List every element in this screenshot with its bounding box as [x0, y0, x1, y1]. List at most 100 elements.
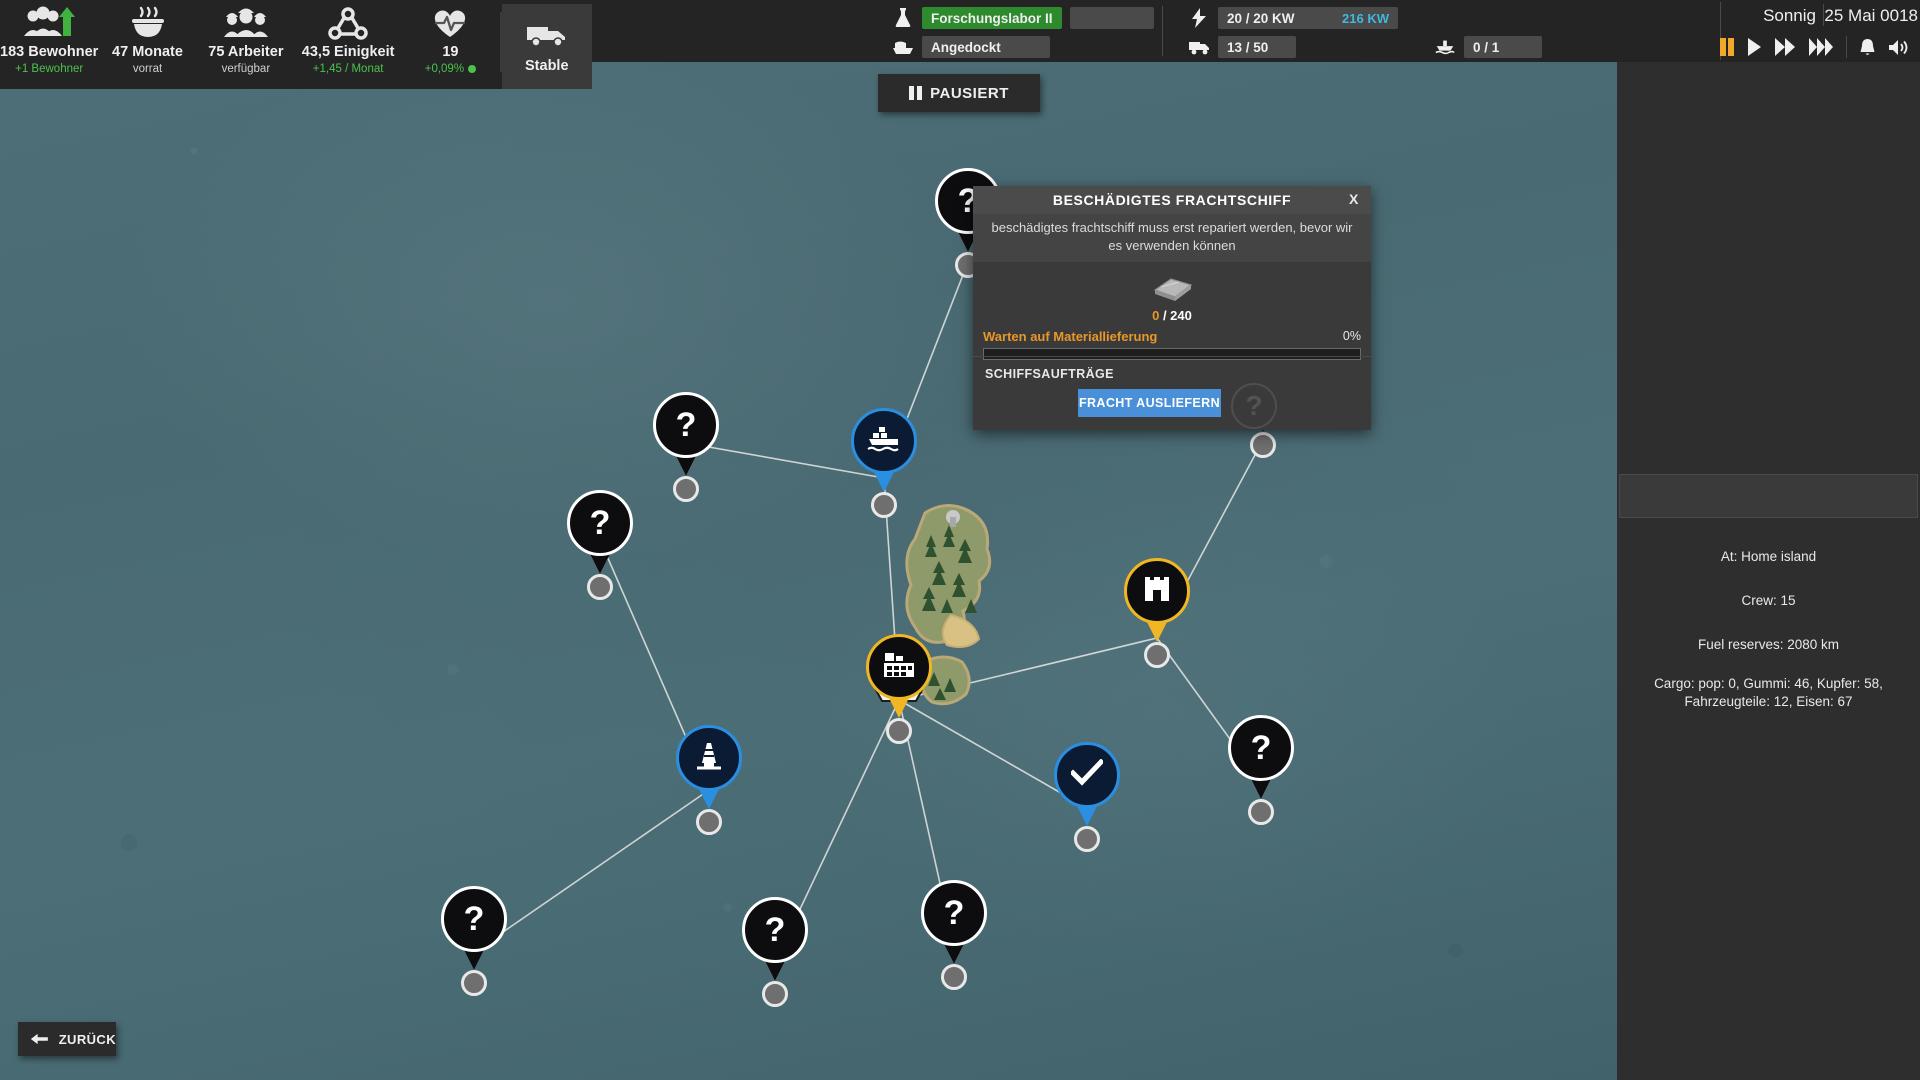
stat-workers[interactable]: 75 Arbeiter verfügbar: [197, 4, 295, 75]
speaker-icon[interactable]: [1888, 38, 1910, 57]
marker-oilrig[interactable]: [674, 725, 744, 835]
stat-unity[interactable]: 43,5 Einigkeit +1,45 / Monat: [295, 4, 401, 75]
stat-unity-value: 43,5 Einigkeit: [301, 44, 395, 60]
pause-button[interactable]: [1719, 38, 1735, 56]
dialog-title: BESCHÄDIGTES FRACHTSCHIFF: [1052, 192, 1292, 208]
stability-box[interactable]: Stable: [501, 4, 593, 89]
vehicle-value: 13 / 50: [1218, 36, 1296, 58]
dock-status[interactable]: Angedockt: [892, 36, 1050, 58]
status-dot-icon: [468, 64, 477, 73]
ship-status[interactable]: 0 / 1: [1434, 36, 1542, 58]
vehicle-status[interactable]: 13 / 50: [1188, 36, 1296, 58]
ship-preview-viewport[interactable]: [1617, 62, 1920, 474]
marker-node-dot[interactable]: [587, 574, 613, 600]
date-label: 25 Mai 0018: [1824, 6, 1918, 25]
top-status-bar: Forschungslabor II Angedockt 20 / 20 KW …: [592, 0, 1920, 62]
ship-info-fuel: Fuel reserves: 2080 km: [1697, 637, 1840, 653]
power-status[interactable]: 20 / 20 KW 216 KW: [1188, 7, 1398, 29]
dialog-body: 0 / 240 Warten auf Materiallieferung 0%: [973, 262, 1371, 361]
marker-unknown-3[interactable]: ?: [1226, 715, 1296, 825]
truck-icon: [1188, 36, 1210, 58]
marker-settlement[interactable]: [864, 634, 934, 744]
marker-head: ?: [1228, 715, 1294, 781]
marker-node-dot[interactable]: [871, 492, 897, 518]
stat-unity-sub: +1,45 / Monat: [312, 63, 384, 75]
research-empty-slot[interactable]: [1069, 7, 1154, 29]
power-capacity: 216 KW: [1342, 10, 1389, 26]
paused-banner: PAUSIERT: [878, 74, 1040, 112]
stat-population[interactable]: 183 Bewohner +1 Bewohner: [0, 4, 98, 75]
back-button-label: ZURÜCK: [58, 1031, 116, 1047]
close-icon[interactable]: X: [1349, 191, 1359, 207]
speed-controls: [1719, 36, 1920, 58]
marker-head: [1054, 742, 1120, 808]
topbar-divider-1: [1162, 6, 1163, 56]
resource-stats-bar: 183 Bewohner +1 Bewohner 47 Monate vorra…: [0, 0, 593, 89]
marker-glyph-?-icon: ?: [943, 894, 965, 932]
locked-order-slot-icon[interactable]: ?: [1231, 383, 1277, 430]
stat-population-value: 183 Bewohner: [0, 44, 99, 60]
marker-node-dot[interactable]: [696, 809, 722, 835]
unity-icon: [295, 4, 401, 42]
ship-value: 0 / 1: [1464, 36, 1542, 58]
marker-unknown-6[interactable]: ?: [919, 880, 989, 990]
marker-node-dot[interactable]: [461, 970, 487, 996]
ship-detail-panel: At: Home island Crew: 15 Fuel reserves: …: [1617, 62, 1920, 1080]
marker-node-dot[interactable]: [886, 718, 912, 744]
ship-preview-toolbar[interactable]: [1619, 474, 1918, 518]
marker-unknown-2[interactable]: ?: [565, 490, 635, 600]
marker-node-dot[interactable]: [1074, 826, 1100, 852]
marker-unknown-5[interactable]: ?: [740, 897, 810, 1007]
population-icon: [0, 4, 98, 42]
health-heart-icon: [401, 4, 499, 42]
stat-health-value: 19: [442, 44, 459, 60]
dock-value: Angedockt: [922, 36, 1050, 58]
ship-info-location: At: Home island: [1720, 549, 1817, 564]
marker-node-dot[interactable]: [941, 964, 967, 990]
marker-glyph-factory-icon: [882, 650, 916, 685]
stat-food[interactable]: 47 Monate vorrat: [98, 4, 196, 75]
deliver-cargo-button[interactable]: FRACHT AUSLIEFERN: [1078, 389, 1221, 418]
marker-head: [1124, 558, 1190, 624]
dock-icon: [892, 36, 914, 58]
marker-head: ?: [567, 490, 633, 556]
marker-node-dot[interactable]: [1248, 799, 1274, 825]
weather-label: Sonnig: [1763, 6, 1816, 25]
world-map[interactable]: ???????? PAUSIERT ZURÜCK: [0, 0, 1617, 1080]
stat-food-value: 47 Monate: [112, 44, 183, 60]
marker-node-dot[interactable]: [1144, 642, 1170, 668]
repair-resource: 0 / 240: [973, 262, 1371, 323]
repair-status-row: Warten auf Materiallieferung 0%: [973, 329, 1371, 344]
marker-done[interactable]: [1052, 742, 1122, 852]
marker-harbour[interactable]: [849, 408, 919, 518]
stat-population-sub: +1 Bewohner: [15, 63, 84, 75]
back-button[interactable]: ZURÜCK: [18, 1022, 116, 1056]
research-status[interactable]: Forschungslabor II: [892, 7, 1154, 29]
dialog-description: beschädigtes frachtschiff muss erst repa…: [973, 214, 1371, 263]
marker-glyph-?-icon: ?: [764, 911, 786, 949]
repair-status-label: Warten auf Materiallieferung: [983, 329, 1158, 345]
marker-glyph-?-icon: ?: [589, 504, 611, 542]
ship-info-crew: Crew: 15: [1741, 593, 1796, 609]
lightning-icon: [1188, 7, 1210, 29]
marker-unknown-1[interactable]: ?: [651, 392, 721, 502]
marker-node-dot[interactable]: [762, 981, 788, 1007]
ultra-fast-button[interactable]: [1808, 38, 1834, 56]
damaged-cargo-ship-dialog[interactable]: BESCHÄDIGTES FRACHTSCHIFF X beschädigtes…: [973, 186, 1371, 430]
truck-icon: [524, 19, 570, 54]
marker-head: ?: [742, 897, 808, 963]
stat-health[interactable]: 19 +0,09%: [401, 4, 499, 75]
marker-outpost[interactable]: [1122, 558, 1192, 668]
bell-icon[interactable]: [1859, 38, 1876, 57]
food-bowl-icon: [98, 4, 196, 42]
fast-forward-button[interactable]: [1774, 38, 1796, 56]
marker-unknown-4[interactable]: ?: [439, 886, 509, 996]
marker-glyph-?-icon: ?: [675, 406, 697, 444]
marker-node-dot[interactable]: [1250, 432, 1276, 458]
steel-plate-icon: [1149, 274, 1195, 304]
marker-node-dot[interactable]: [673, 476, 699, 502]
play-button[interactable]: [1747, 38, 1762, 56]
stat-workers-value: 75 Arbeiter: [208, 44, 284, 60]
ship-orders-label: SCHIFFSAUFTRÄGE: [985, 367, 1114, 382]
marker-glyph-?-icon: ?: [1250, 729, 1272, 767]
